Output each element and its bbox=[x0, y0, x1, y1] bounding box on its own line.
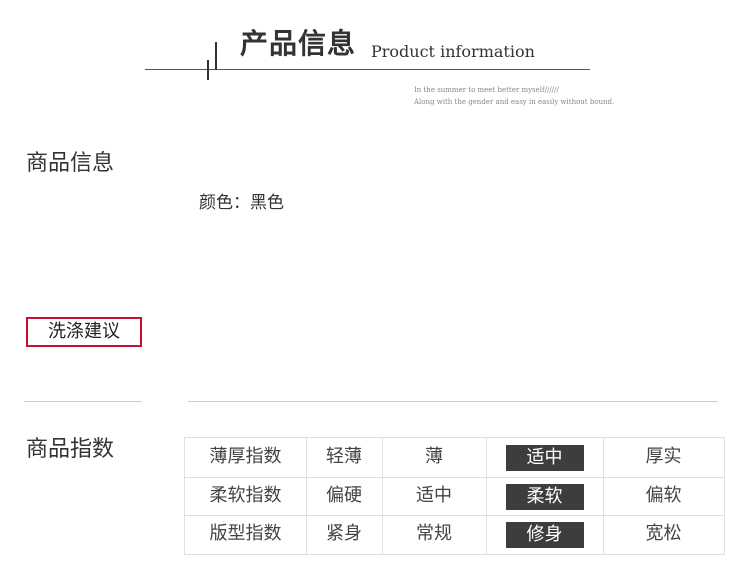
index-option-selected: 修身 bbox=[505, 522, 584, 548]
index-option: 适中 bbox=[416, 484, 452, 506]
index-option: 厚实 bbox=[645, 446, 682, 467]
table-row-divider bbox=[185, 476, 724, 478]
index-row-name: 柔软指数 bbox=[209, 484, 282, 506]
index-option: 轻薄 bbox=[326, 446, 362, 467]
product-index-table: 薄厚指数 轻薄薄适中 厚实 柔软指数 偏硬 适中 柔软 偏软 版型指数 紧身 常规 修身 宽松 bbox=[184, 437, 725, 555]
index-option: 薄 bbox=[425, 446, 443, 467]
divider bbox=[188, 401, 718, 402]
index-row-name: 薄厚指数 bbox=[209, 446, 282, 467]
divider bbox=[24, 401, 142, 402]
index-option: 常规 bbox=[416, 523, 452, 544]
header-title-en: Product information bbox=[371, 42, 535, 61]
table-row-divider bbox=[185, 515, 724, 516]
color-attribute: 颜色：黑色 bbox=[199, 191, 284, 215]
header-tagline-2: Along with the gender and easy in easily… bbox=[414, 98, 615, 106]
index-row: 柔软指数 偏硬 适中 柔软 偏软 bbox=[185, 477, 724, 515]
index-row: 薄厚指数 轻薄 薄 适中 厚实 bbox=[185, 438, 724, 476]
index-row-name: 版型指数 bbox=[209, 523, 282, 544]
index-row: 版型指数 紧身 常规 修身 宽松 bbox=[185, 515, 724, 553]
index-option: 宽松 bbox=[645, 523, 682, 544]
color-label: 颜色： bbox=[199, 193, 250, 213]
color-value: 黑色 bbox=[250, 193, 284, 213]
index-option: 偏软 bbox=[645, 484, 682, 506]
header-tagline-1: In the summer to meet better myself/////… bbox=[414, 86, 559, 94]
index-option: 紧身 bbox=[326, 523, 362, 544]
product-info-heading: 商品信息 bbox=[26, 151, 115, 176]
header-rule bbox=[145, 69, 590, 70]
index-option-selected: 适中 bbox=[505, 445, 584, 471]
header-tick-mark bbox=[215, 42, 217, 70]
washing-advice-heading: 洗涤建议 bbox=[26, 317, 142, 347]
header-tick-mark bbox=[207, 60, 209, 80]
header-title-cn: 产品信息 bbox=[240, 27, 357, 60]
product-index-heading: 商品指数 bbox=[26, 437, 115, 462]
index-option-selected: 柔软 bbox=[505, 483, 584, 510]
index-option: 偏硬 bbox=[326, 484, 362, 506]
